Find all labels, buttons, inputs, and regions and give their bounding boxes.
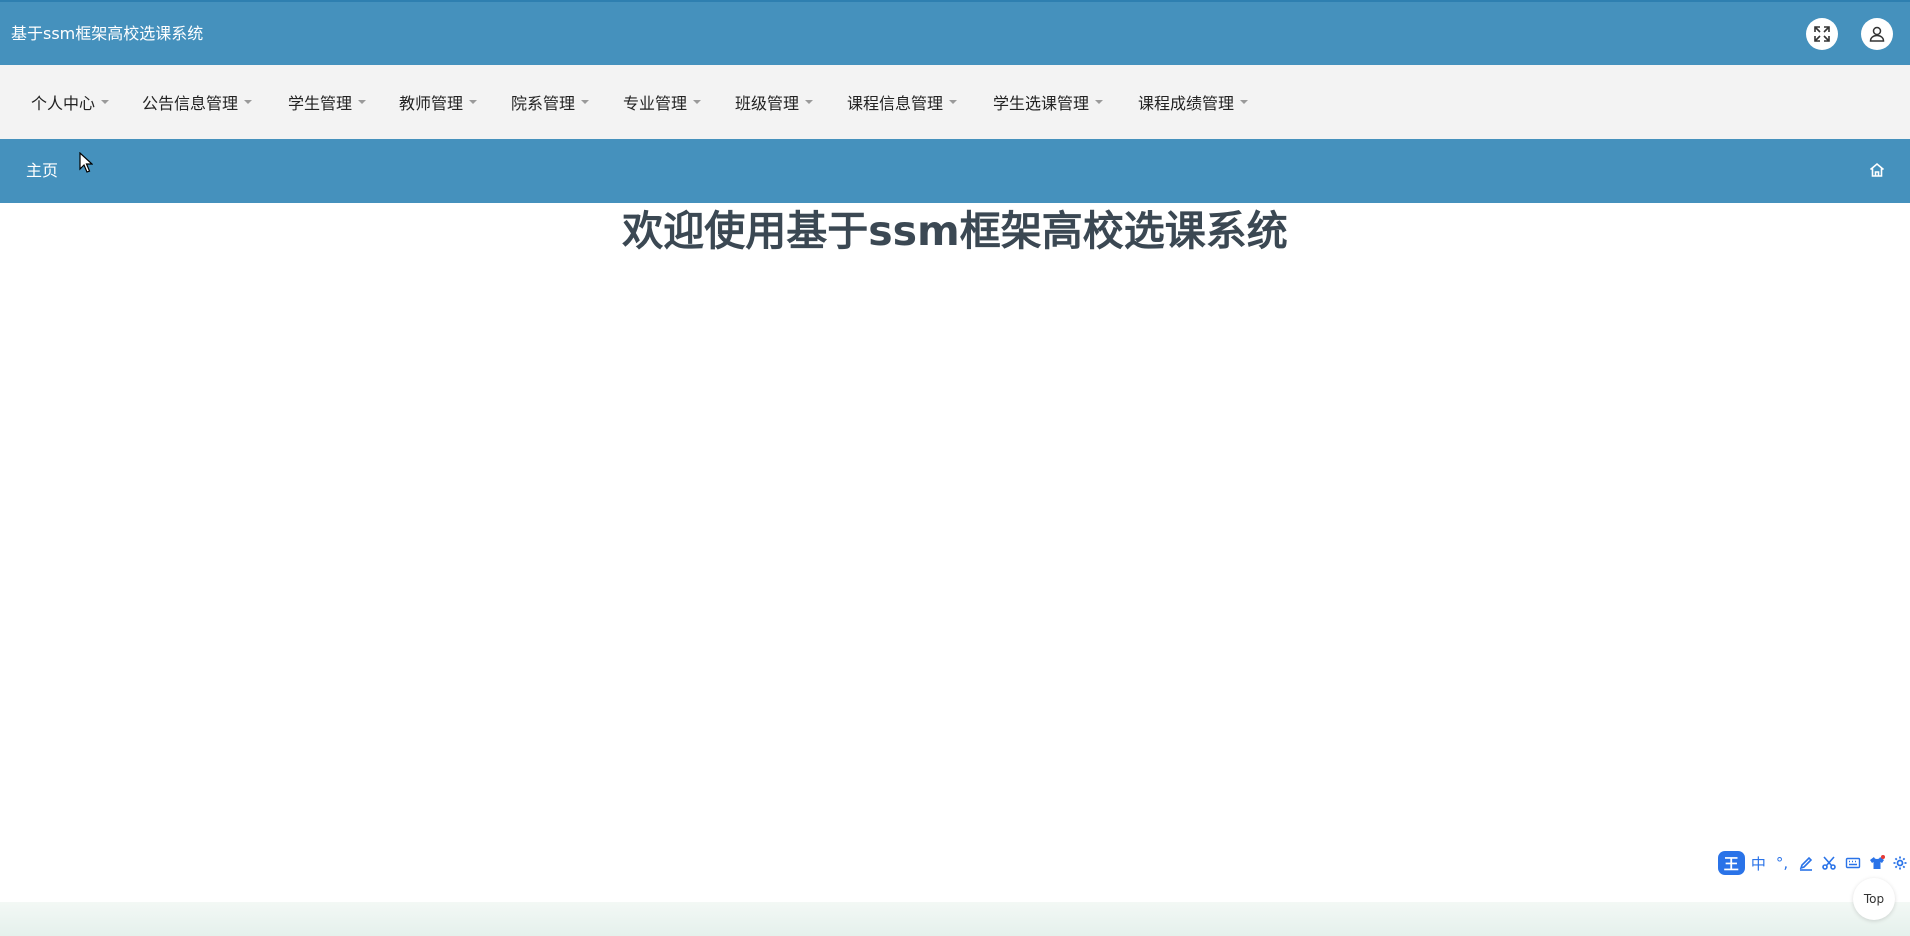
nav-course-selection-management[interactable]: 学生选课管理 (993, 65, 1104, 139)
nav-course-info-management[interactable]: 课程信息管理 (847, 65, 958, 139)
caret-down-icon (693, 100, 702, 104)
mouse-cursor-icon (79, 152, 93, 173)
nav-teacher-management[interactable]: 教师管理 (399, 65, 478, 139)
ime-settings-button[interactable] (1890, 852, 1910, 874)
nav-label: 院系管理 (511, 94, 576, 113)
caret-down-icon (1095, 100, 1104, 104)
caret-down-icon (581, 100, 590, 104)
nav-label: 课程成绩管理 (1138, 94, 1235, 113)
breadcrumb-home-link[interactable]: 主页 (26, 161, 58, 181)
nav-major-management[interactable]: 专业管理 (623, 65, 702, 139)
main-nav: 个人中心 公告信息管理 学生管理 教师管理 院系管理 专业管理 班级管理 课程信… (0, 65, 1910, 139)
caret-down-icon (949, 100, 958, 104)
ime-handwriting-button[interactable] (1796, 852, 1816, 874)
scissors-icon (1822, 856, 1837, 870)
breadcrumb: 主页 (0, 139, 1910, 203)
nav-grade-management[interactable]: 课程成绩管理 (1138, 65, 1249, 139)
nav-class-management[interactable]: 班级管理 (735, 65, 814, 139)
top-header: 基于ssm框架高校选课系统 (0, 0, 1910, 65)
keyboard-icon (1845, 857, 1861, 869)
nav-label: 课程信息管理 (847, 94, 944, 113)
nav-label: 教师管理 (399, 94, 464, 113)
ime-language-toggle[interactable]: 中 (1749, 852, 1769, 874)
footer-band (0, 902, 1910, 936)
caret-down-icon (358, 100, 367, 104)
nav-announcement-management[interactable]: 公告信息管理 (142, 65, 253, 139)
nav-label: 公告信息管理 (142, 94, 239, 113)
caret-down-icon (805, 100, 814, 104)
fullscreen-icon (1814, 26, 1830, 42)
user-icon (1869, 26, 1885, 42)
caret-down-icon (1240, 100, 1249, 104)
user-menu-button[interactable] (1861, 18, 1893, 50)
welcome-title: 欢迎使用基于ssm框架高校选课系统 (622, 207, 1288, 255)
home-icon[interactable] (1868, 161, 1886, 179)
caret-down-icon (469, 100, 478, 104)
nav-label: 个人中心 (31, 94, 96, 113)
back-to-top-button[interactable]: Top (1853, 878, 1895, 920)
nav-student-management[interactable]: 学生管理 (288, 65, 367, 139)
nav-department-management[interactable]: 院系管理 (511, 65, 590, 139)
nav-personal-center[interactable]: 个人中心 (31, 65, 110, 139)
gear-icon (1893, 856, 1907, 870)
ime-logo[interactable]: 王 (1718, 851, 1745, 875)
shirt-icon (1869, 855, 1885, 869)
ime-skin-button[interactable] (1867, 852, 1887, 874)
nav-label: 学生选课管理 (993, 94, 1090, 113)
app-title: 基于ssm框架高校选课系统 (11, 24, 204, 43)
ime-keyboard-button[interactable] (1843, 852, 1863, 874)
fullscreen-button[interactable] (1806, 18, 1838, 50)
pen-icon (1799, 856, 1812, 871)
nav-label: 学生管理 (288, 94, 353, 113)
caret-down-icon (244, 100, 253, 104)
nav-label: 班级管理 (735, 94, 800, 113)
ime-screenshot-button[interactable] (1819, 852, 1839, 874)
caret-down-icon (101, 100, 110, 104)
ime-punctuation-toggle[interactable]: °, (1772, 852, 1792, 874)
nav-label: 专业管理 (623, 94, 688, 113)
ime-toolbar: 王 中 °, (1718, 850, 1910, 876)
